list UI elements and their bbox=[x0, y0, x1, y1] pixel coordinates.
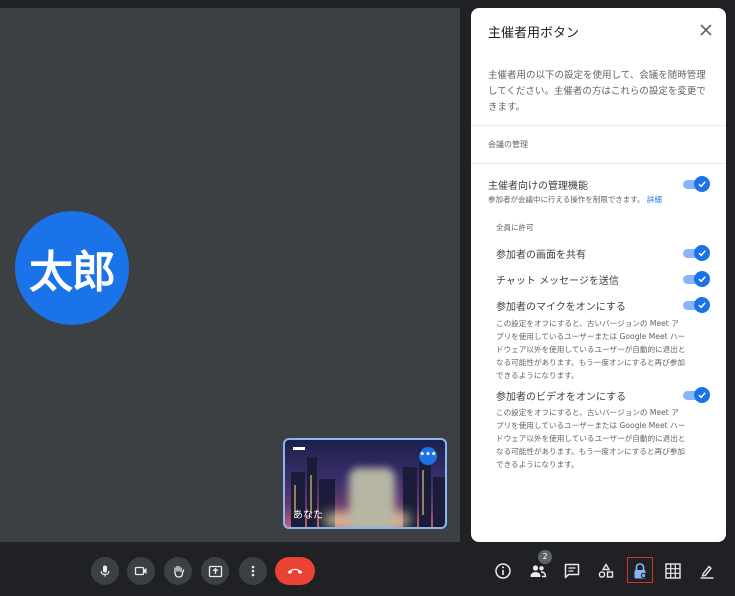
divider bbox=[471, 125, 726, 126]
check-icon bbox=[694, 297, 710, 313]
layout-grid-icon bbox=[665, 563, 681, 579]
check-icon bbox=[694, 387, 710, 403]
present-button[interactable] bbox=[201, 557, 229, 585]
participant-initials: 太郎 bbox=[29, 247, 116, 298]
video-option-note: この設定をオフにすると、古いバージョンの Meet アプリを使用しているユーザー… bbox=[496, 408, 686, 469]
end-call-icon bbox=[287, 568, 303, 574]
blurred-self-video bbox=[349, 468, 395, 527]
camera-icon bbox=[134, 566, 147, 576]
building-light bbox=[422, 470, 424, 515]
panel-description: 主催者用の以下の設定を使用して、会議を随時管理してください。主催者の方はこれらの… bbox=[488, 70, 706, 113]
participant-count-badge: 2 bbox=[538, 550, 552, 564]
host-controls-button[interactable] bbox=[630, 561, 650, 581]
divider bbox=[471, 163, 726, 164]
mic-button[interactable] bbox=[91, 557, 119, 585]
option-chat-label: チャット メッセージを送信 bbox=[496, 276, 619, 287]
self-tile-name: あなた bbox=[293, 510, 323, 521]
background-building bbox=[433, 477, 445, 527]
info-icon bbox=[495, 563, 511, 579]
people-icon bbox=[530, 565, 547, 578]
participant-avatar: 太郎 bbox=[15, 211, 129, 325]
option-share-screen-label: 参加者の画面を共有 bbox=[496, 250, 586, 261]
mic-option-note: この設定をオフにすると、古いバージョンの Meet アプリを使用しているユーザー… bbox=[496, 319, 686, 380]
share-screen-toggle[interactable] bbox=[683, 245, 710, 261]
option-mic-label: 参加者のマイクをオンにする bbox=[496, 302, 626, 313]
host-controls-panel: 主催者用ボタン 主催者用の以下の設定を使用して、会議を随時管理してください。主催… bbox=[471, 8, 726, 542]
check-icon bbox=[694, 245, 710, 261]
end-call-button[interactable] bbox=[275, 557, 315, 585]
whiteboard-icon bbox=[700, 565, 714, 579]
video-toggle[interactable] bbox=[683, 387, 710, 403]
activities-icon bbox=[598, 563, 614, 578]
host-management-sublabel: 参加者が会議中に行える操作を制限できます。 詳細 bbox=[488, 194, 662, 205]
allow-all-heading: 全員に許可 bbox=[496, 223, 534, 232]
whiteboard-button[interactable] bbox=[697, 561, 717, 581]
learn-more-link[interactable]: 詳細 bbox=[647, 195, 662, 204]
raise-hand-button[interactable] bbox=[164, 557, 192, 585]
check-icon bbox=[694, 271, 710, 287]
raise-hand-icon bbox=[173, 565, 184, 578]
self-tile-indicator bbox=[293, 447, 305, 450]
camera-button[interactable] bbox=[127, 557, 155, 585]
close-icon[interactable] bbox=[696, 20, 716, 40]
chat-toggle[interactable] bbox=[683, 271, 710, 287]
chat-button[interactable] bbox=[562, 561, 582, 581]
host-management-sublabel-text: 参加者が会議中に行える操作を制限できます。 bbox=[488, 195, 645, 204]
section-title: 会議の管理 bbox=[488, 140, 528, 149]
check-icon bbox=[694, 176, 710, 192]
chat-icon bbox=[564, 563, 580, 579]
host-management-label: 主催者向けの管理機能 bbox=[488, 181, 588, 192]
more-options-button[interactable] bbox=[239, 557, 267, 585]
mic-toggle[interactable] bbox=[683, 297, 710, 313]
self-video-tile[interactable]: ••• あなた bbox=[283, 438, 447, 529]
more-options-icon bbox=[251, 565, 255, 577]
panel-title: 主催者用ボタン bbox=[488, 26, 580, 41]
people-button[interactable] bbox=[528, 561, 548, 581]
present-icon bbox=[208, 565, 222, 577]
activities-button[interactable] bbox=[596, 561, 616, 581]
self-tile-more-icon[interactable]: ••• bbox=[419, 447, 437, 465]
option-video-label: 参加者のビデオをオンにする bbox=[496, 392, 627, 403]
layout-button[interactable] bbox=[663, 561, 683, 581]
host-management-toggle[interactable] bbox=[683, 176, 710, 192]
host-controls-icon bbox=[634, 563, 647, 579]
meeting-details-button[interactable] bbox=[493, 561, 513, 581]
mic-icon bbox=[100, 565, 110, 577]
